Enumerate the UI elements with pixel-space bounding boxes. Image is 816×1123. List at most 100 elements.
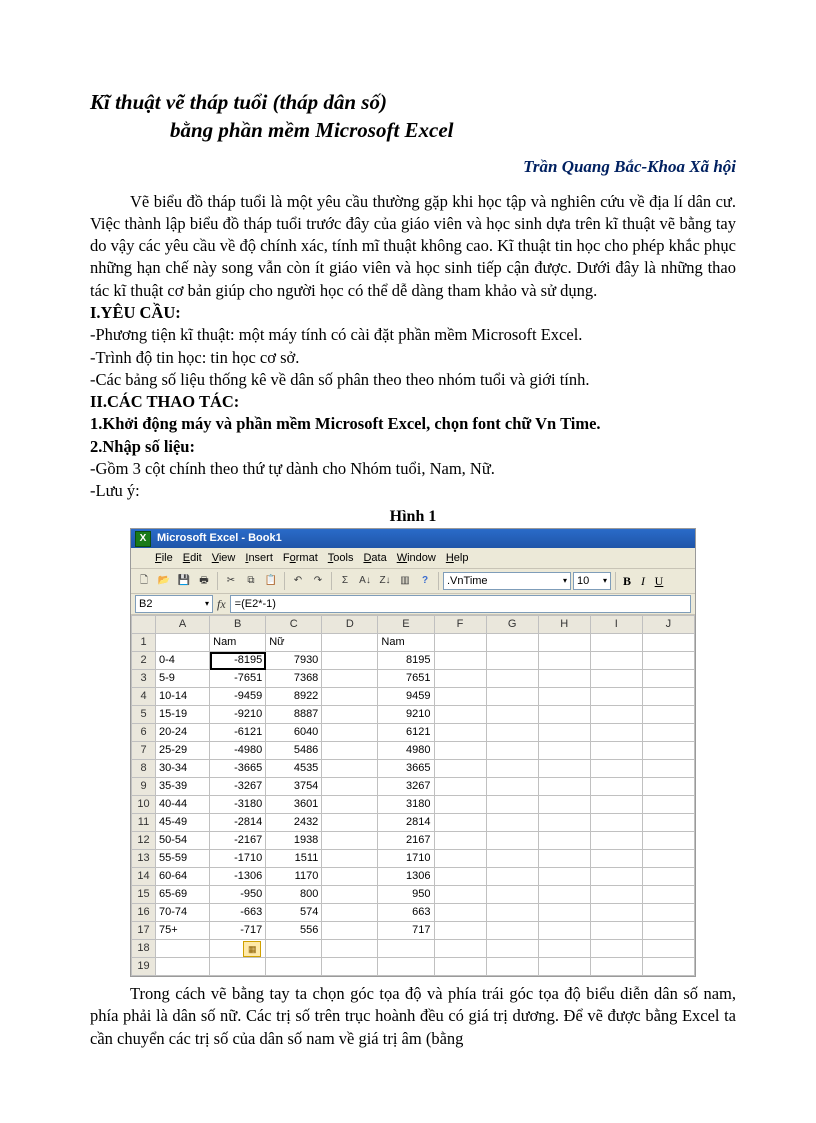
cell[interactable] [642, 760, 694, 778]
cell[interactable] [590, 652, 642, 670]
cell[interactable]: 950 [378, 886, 434, 904]
row-header[interactable]: 13 [132, 850, 156, 868]
save-icon[interactable]: 💾 [175, 572, 193, 590]
cell[interactable]: 10-14 [156, 688, 210, 706]
row-header[interactable]: 6 [132, 724, 156, 742]
cell[interactable] [322, 832, 378, 850]
cell[interactable] [538, 850, 590, 868]
cell[interactable]: 9459 [378, 688, 434, 706]
cell[interactable] [538, 796, 590, 814]
cell[interactable]: 800 [266, 886, 322, 904]
cell[interactable] [538, 904, 590, 922]
cell[interactable] [434, 796, 486, 814]
copy-icon[interactable]: ⧉ [242, 572, 260, 590]
cell[interactable] [590, 922, 642, 940]
menu-view[interactable]: View [212, 551, 236, 566]
cell[interactable]: 5-9 [156, 670, 210, 688]
cell[interactable] [322, 814, 378, 832]
cell[interactable]: 556 [266, 922, 322, 940]
cell[interactable] [538, 886, 590, 904]
cell[interactable]: 663 [378, 904, 434, 922]
cell[interactable] [642, 706, 694, 724]
cell[interactable] [322, 922, 378, 940]
cell[interactable] [590, 742, 642, 760]
cell[interactable]: -717 [210, 922, 266, 940]
cell[interactable] [590, 670, 642, 688]
cell[interactable] [538, 940, 590, 958]
cell[interactable] [322, 796, 378, 814]
cell[interactable] [590, 958, 642, 976]
cell[interactable] [538, 670, 590, 688]
cell[interactable]: 65-69 [156, 886, 210, 904]
cell[interactable] [322, 634, 378, 652]
cell[interactable] [322, 778, 378, 796]
cell[interactable] [642, 778, 694, 796]
cell[interactable]: -3180 [210, 796, 266, 814]
col-header[interactable]: J [642, 616, 694, 634]
cell[interactable] [642, 868, 694, 886]
cell[interactable] [486, 688, 538, 706]
cell[interactable] [590, 940, 642, 958]
cell[interactable]: -7651 [210, 670, 266, 688]
cell[interactable]: 20-24 [156, 724, 210, 742]
cell[interactable] [434, 652, 486, 670]
row-header[interactable]: 18 [132, 940, 156, 958]
col-header[interactable]: I [590, 616, 642, 634]
col-header[interactable]: E [378, 616, 434, 634]
cell[interactable] [434, 904, 486, 922]
underline-button[interactable]: U [652, 573, 666, 589]
cell[interactable]: 9210 [378, 706, 434, 724]
cell[interactable] [486, 868, 538, 886]
cell[interactable] [322, 958, 378, 976]
col-header[interactable]: F [434, 616, 486, 634]
cell[interactable] [538, 778, 590, 796]
cell[interactable]: Nữ [266, 634, 322, 652]
cell[interactable] [642, 670, 694, 688]
row-header[interactable]: 5 [132, 706, 156, 724]
row-header[interactable]: 16 [132, 904, 156, 922]
row-header[interactable]: 17 [132, 922, 156, 940]
cell[interactable]: -3267 [210, 778, 266, 796]
row-header[interactable]: 12 [132, 832, 156, 850]
menu-window[interactable]: Window [397, 551, 436, 566]
cut-icon[interactable]: ✂ [222, 572, 240, 590]
cell[interactable] [434, 922, 486, 940]
cell[interactable] [642, 796, 694, 814]
row-header[interactable]: 19 [132, 958, 156, 976]
cell[interactable] [434, 778, 486, 796]
cell[interactable]: 2167 [378, 832, 434, 850]
cell[interactable] [434, 868, 486, 886]
row-header[interactable]: 15 [132, 886, 156, 904]
cell[interactable] [590, 760, 642, 778]
cell[interactable] [590, 850, 642, 868]
cell[interactable]: -2167 [210, 832, 266, 850]
cell[interactable]: -6121 [210, 724, 266, 742]
cell[interactable]: 6040 [266, 724, 322, 742]
redo-icon[interactable]: ↷ [309, 572, 327, 590]
cell[interactable] [590, 868, 642, 886]
font-name-select[interactable]: .VnTime ▾ [443, 572, 571, 590]
cell[interactable] [156, 634, 210, 652]
cell[interactable] [590, 832, 642, 850]
cell[interactable] [266, 958, 322, 976]
cell[interactable] [434, 634, 486, 652]
menu-insert[interactable]: Insert [245, 551, 273, 566]
cell[interactable] [642, 652, 694, 670]
cell[interactable] [322, 742, 378, 760]
cell[interactable] [486, 958, 538, 976]
cell[interactable] [486, 706, 538, 724]
cell[interactable] [590, 724, 642, 742]
cell[interactable]: 4535 [266, 760, 322, 778]
cell[interactable]: 8887 [266, 706, 322, 724]
cell[interactable]: 45-49 [156, 814, 210, 832]
cell[interactable]: 1710 [378, 850, 434, 868]
cell[interactable] [434, 850, 486, 868]
cell[interactable] [642, 688, 694, 706]
cell[interactable]: 0-4 [156, 652, 210, 670]
cell[interactable]: 70-74 [156, 904, 210, 922]
cell[interactable] [156, 940, 210, 958]
new-icon[interactable]: 🗋 [135, 572, 153, 590]
col-header[interactable]: H [538, 616, 590, 634]
autofill-options-icon[interactable]: ▦ [243, 941, 261, 957]
cell[interactable] [434, 706, 486, 724]
